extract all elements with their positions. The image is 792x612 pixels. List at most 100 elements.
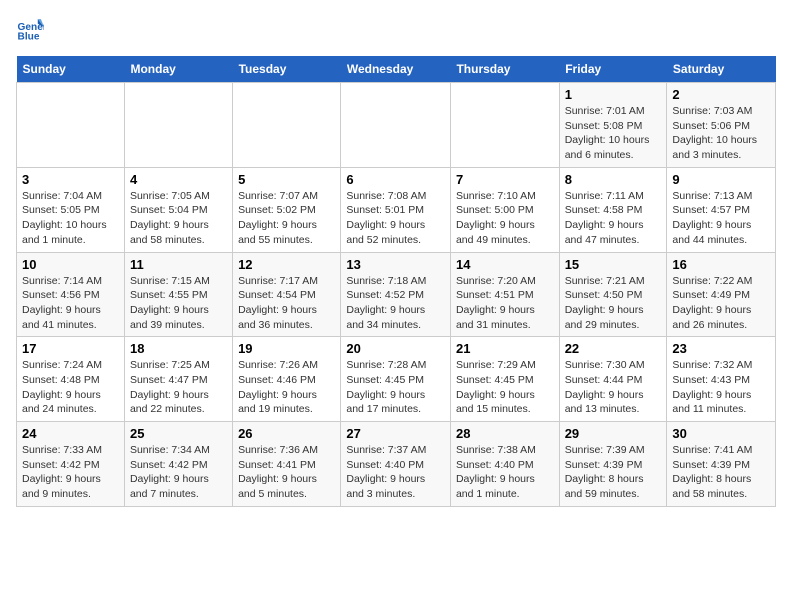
weekday-header-friday: Friday: [559, 56, 667, 83]
day-info: Sunrise: 7:14 AM Sunset: 4:56 PM Dayligh…: [22, 274, 119, 333]
weekday-header-sunday: Sunday: [17, 56, 125, 83]
day-number: 23: [672, 341, 770, 356]
day-number: 26: [238, 426, 335, 441]
calendar-cell: 22 Sunrise: 7:30 AM Sunset: 4:44 PM Dayli…: [559, 337, 667, 422]
calendar-cell: 20 Sunrise: 7:28 AM Sunset: 4:45 PM Dayli…: [341, 337, 451, 422]
day-number: 21: [456, 341, 554, 356]
day-info: Sunrise: 7:30 AM Sunset: 4:44 PM Dayligh…: [565, 358, 662, 417]
calendar-cell: 14 Sunrise: 7:20 AM Sunset: 4:51 PM Dayli…: [450, 252, 559, 337]
weekday-header-tuesday: Tuesday: [233, 56, 341, 83]
calendar-cell: 25 Sunrise: 7:34 AM Sunset: 4:42 PM Dayli…: [124, 422, 232, 507]
calendar-cell: 15Sunrise: 7:21 AM Sunset: 4:50 PM Dayli…: [559, 252, 667, 337]
day-info: Sunrise: 7:17 AM Sunset: 4:54 PM Dayligh…: [238, 274, 335, 333]
day-info: Sunrise: 7:07 AM Sunset: 5:02 PM Dayligh…: [238, 189, 335, 248]
day-number: 20: [346, 341, 445, 356]
calendar-cell: [124, 83, 232, 168]
day-number: 28: [456, 426, 554, 441]
day-number: 30: [672, 426, 770, 441]
day-number: 11: [130, 257, 227, 272]
day-info: Sunrise: 7:24 AM Sunset: 4:48 PM Dayligh…: [22, 358, 119, 417]
day-number: 22: [565, 341, 662, 356]
calendar-cell: 19 Sunrise: 7:26 AM Sunset: 4:46 PM Dayli…: [233, 337, 341, 422]
day-number: 3: [22, 172, 119, 187]
calendar-cell: 18 Sunrise: 7:25 AM Sunset: 4:47 PM Dayli…: [124, 337, 232, 422]
day-info: Sunrise: 7:15 AM Sunset: 4:55 PM Dayligh…: [130, 274, 227, 333]
day-number: 24: [22, 426, 119, 441]
day-info: Sunrise: 7:41 AM Sunset: 4:39 PM Dayligh…: [672, 443, 770, 502]
calendar-cell: 4Sunrise: 7:05 AM Sunset: 5:04 PM Daylig…: [124, 167, 232, 252]
calendar-cell: 16 Sunrise: 7:22 AM Sunset: 4:49 PM Dayli…: [667, 252, 776, 337]
day-info: Sunrise: 7:21 AM Sunset: 4:50 PM Dayligh…: [565, 274, 662, 333]
calendar-cell: 10 Sunrise: 7:14 AM Sunset: 4:56 PM Dayli…: [17, 252, 125, 337]
day-info: Sunrise: 7:28 AM Sunset: 4:45 PM Dayligh…: [346, 358, 445, 417]
day-info: Sunrise: 7:22 AM Sunset: 4:49 PM Dayligh…: [672, 274, 770, 333]
day-number: 4: [130, 172, 227, 187]
day-number: 2: [672, 87, 770, 102]
day-info: Sunrise: 7:01 AM Sunset: 5:08 PM Dayligh…: [565, 104, 662, 163]
day-number: 19: [238, 341, 335, 356]
calendar-cell: 1 Sunrise: 7:01 AM Sunset: 5:08 PM Daylig…: [559, 83, 667, 168]
calendar-cell: 17 Sunrise: 7:24 AM Sunset: 4:48 PM Dayli…: [17, 337, 125, 422]
day-info: Sunrise: 7:25 AM Sunset: 4:47 PM Dayligh…: [130, 358, 227, 417]
calendar-cell: [450, 83, 559, 168]
calendar-cell: 21 Sunrise: 7:29 AM Sunset: 4:45 PM Dayli…: [450, 337, 559, 422]
day-number: 17: [22, 341, 119, 356]
day-info: Sunrise: 7:03 AM Sunset: 5:06 PM Dayligh…: [672, 104, 770, 163]
calendar-cell: 28 Sunrise: 7:38 AM Sunset: 4:40 PM Dayli…: [450, 422, 559, 507]
calendar-cell: 11 Sunrise: 7:15 AM Sunset: 4:55 PM Dayli…: [124, 252, 232, 337]
day-info: Sunrise: 7:11 AM Sunset: 4:58 PM Dayligh…: [565, 189, 662, 248]
day-info: Sunrise: 7:20 AM Sunset: 4:51 PM Dayligh…: [456, 274, 554, 333]
weekday-header-monday: Monday: [124, 56, 232, 83]
day-info: Sunrise: 7:26 AM Sunset: 4:46 PM Dayligh…: [238, 358, 335, 417]
day-number: 1: [565, 87, 662, 102]
calendar-cell: [233, 83, 341, 168]
day-info: Sunrise: 7:08 AM Sunset: 5:01 PM Dayligh…: [346, 189, 445, 248]
day-number: 25: [130, 426, 227, 441]
day-info: Sunrise: 7:39 AM Sunset: 4:39 PM Dayligh…: [565, 443, 662, 502]
day-number: 9: [672, 172, 770, 187]
day-info: Sunrise: 7:10 AM Sunset: 5:00 PM Dayligh…: [456, 189, 554, 248]
calendar-cell: [17, 83, 125, 168]
day-number: 10: [22, 257, 119, 272]
day-number: 13: [346, 257, 445, 272]
day-number: 6: [346, 172, 445, 187]
day-number: 18: [130, 341, 227, 356]
calendar-cell: 24 Sunrise: 7:33 AM Sunset: 4:42 PM Dayli…: [17, 422, 125, 507]
day-number: 5: [238, 172, 335, 187]
day-info: Sunrise: 7:32 AM Sunset: 4:43 PM Dayligh…: [672, 358, 770, 417]
calendar-cell: 3 Sunrise: 7:04 AM Sunset: 5:05 PM Daylig…: [17, 167, 125, 252]
calendar-cell: 30 Sunrise: 7:41 AM Sunset: 4:39 PM Dayli…: [667, 422, 776, 507]
calendar-cell: 7 Sunrise: 7:10 AM Sunset: 5:00 PM Daylig…: [450, 167, 559, 252]
calendar-table: SundayMondayTuesdayWednesdayThursdayFrid…: [16, 56, 776, 507]
calendar-cell: 8 Sunrise: 7:11 AM Sunset: 4:58 PM Daylig…: [559, 167, 667, 252]
calendar-cell: 29 Sunrise: 7:39 AM Sunset: 4:39 PM Dayli…: [559, 422, 667, 507]
day-number: 8: [565, 172, 662, 187]
day-info: Sunrise: 7:18 AM Sunset: 4:52 PM Dayligh…: [346, 274, 445, 333]
day-number: 16: [672, 257, 770, 272]
calendar-cell: 27Sunrise: 7:37 AM Sunset: 4:40 PM Dayli…: [341, 422, 451, 507]
weekday-header-wednesday: Wednesday: [341, 56, 451, 83]
day-info: Sunrise: 7:38 AM Sunset: 4:40 PM Dayligh…: [456, 443, 554, 502]
day-info: Sunrise: 7:29 AM Sunset: 4:45 PM Dayligh…: [456, 358, 554, 417]
calendar-cell: 13 Sunrise: 7:18 AM Sunset: 4:52 PM Dayli…: [341, 252, 451, 337]
calendar-cell: 2 Sunrise: 7:03 AM Sunset: 5:06 PM Daylig…: [667, 83, 776, 168]
calendar-cell: 12 Sunrise: 7:17 AM Sunset: 4:54 PM Dayli…: [233, 252, 341, 337]
calendar-cell: 5 Sunrise: 7:07 AM Sunset: 5:02 PM Daylig…: [233, 167, 341, 252]
calendar-cell: 9Sunrise: 7:13 AM Sunset: 4:57 PM Daylig…: [667, 167, 776, 252]
day-info: Sunrise: 7:33 AM Sunset: 4:42 PM Dayligh…: [22, 443, 119, 502]
day-info: Sunrise: 7:34 AM Sunset: 4:42 PM Dayligh…: [130, 443, 227, 502]
day-number: 29: [565, 426, 662, 441]
svg-text:Blue: Blue: [18, 31, 40, 42]
weekday-header-thursday: Thursday: [450, 56, 559, 83]
day-info: Sunrise: 7:04 AM Sunset: 5:05 PM Dayligh…: [22, 189, 119, 248]
day-number: 14: [456, 257, 554, 272]
weekday-header-saturday: Saturday: [667, 56, 776, 83]
day-number: 7: [456, 172, 554, 187]
calendar-cell: 26Sunrise: 7:36 AM Sunset: 4:41 PM Dayli…: [233, 422, 341, 507]
day-number: 12: [238, 257, 335, 272]
calendar-cell: [341, 83, 451, 168]
logo: General Blue: [16, 16, 48, 44]
calendar-cell: 23 Sunrise: 7:32 AM Sunset: 4:43 PM Dayli…: [667, 337, 776, 422]
day-info: Sunrise: 7:37 AM Sunset: 4:40 PM Dayligh…: [346, 443, 445, 502]
generalblue-icon: General Blue: [16, 16, 44, 44]
